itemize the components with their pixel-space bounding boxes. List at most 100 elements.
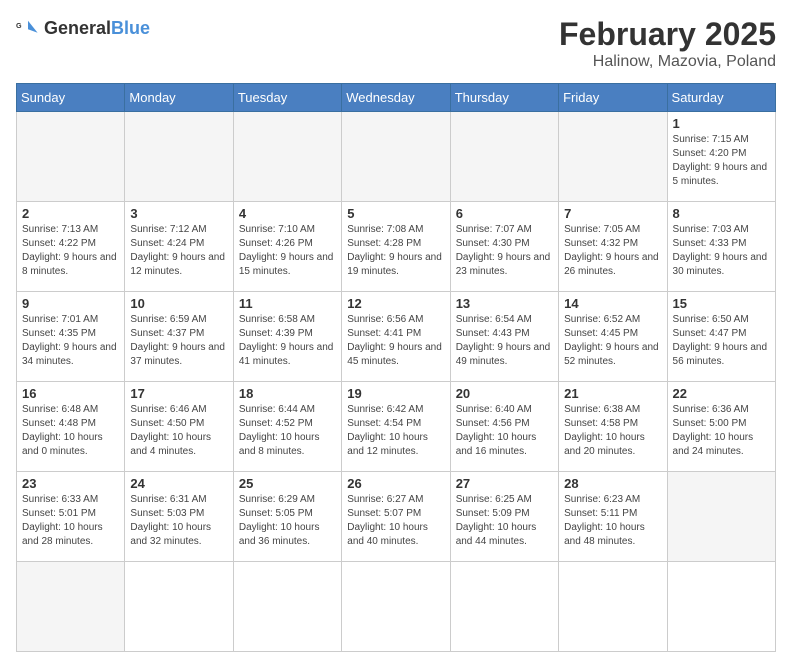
table-row: 6 Sunrise: 7:07 AM Sunset: 4:30 PM Daylig…: [450, 202, 558, 292]
table-row: 24 Sunrise: 6:31 AM Sunset: 5:03 PM Dayli…: [125, 472, 233, 562]
day-info: Sunrise: 7:10 AM Sunset: 4:26 PM Dayligh…: [239, 223, 336, 279]
day-number: 1: [673, 116, 770, 131]
day-info: Sunrise: 7:08 AM Sunset: 4:28 PM Dayligh…: [347, 223, 444, 279]
day-number: 22: [673, 386, 770, 401]
day-info: Sunrise: 6:50 AM Sunset: 4:47 PM Dayligh…: [673, 313, 770, 369]
table-row: [559, 562, 667, 652]
table-row: 26Sunrise: 6:27 AM Sunset: 5:07 PM Dayli…: [342, 472, 450, 562]
table-row: 14 Sunrise: 6:52 AM Sunset: 4:45 PM Dayli…: [559, 292, 667, 382]
day-number: 7: [564, 206, 661, 221]
day-number: 14: [564, 296, 661, 311]
table-row: [17, 562, 125, 652]
day-info: Sunrise: 6:58 AM Sunset: 4:39 PM Dayligh…: [239, 313, 336, 369]
table-row: 8 Sunrise: 7:03 AM Sunset: 4:33 PM Daylig…: [667, 202, 775, 292]
logo-text-blue: Blue: [111, 18, 150, 38]
logo-icon: G: [16, 16, 40, 40]
day-number: 28: [564, 476, 661, 491]
header-thursday: Thursday: [450, 84, 558, 112]
day-number: 15: [673, 296, 770, 311]
day-info: Sunrise: 7:13 AM Sunset: 4:22 PM Dayligh…: [22, 223, 119, 279]
table-row: 20Sunrise: 6:40 AM Sunset: 4:56 PM Dayli…: [450, 382, 558, 472]
table-row: 27Sunrise: 6:25 AM Sunset: 5:09 PM Dayli…: [450, 472, 558, 562]
table-row: 3Sunrise: 7:12 AM Sunset: 4:24 PM Daylig…: [125, 202, 233, 292]
table-row: [342, 112, 450, 202]
day-info: Sunrise: 7:03 AM Sunset: 4:33 PM Dayligh…: [673, 223, 770, 279]
location-subtitle: Halinow, Mazovia, Poland: [559, 53, 776, 71]
calendar-table: Sunday Monday Tuesday Wednesday Thursday…: [16, 83, 776, 652]
header-wednesday: Wednesday: [342, 84, 450, 112]
day-info: Sunrise: 6:33 AM Sunset: 5:01 PM Dayligh…: [22, 493, 119, 549]
table-row: 17 Sunrise: 6:46 AM Sunset: 4:50 PM Dayli…: [125, 382, 233, 472]
day-number: 13: [456, 296, 553, 311]
calendar-week-row: [17, 562, 776, 652]
logo: G GeneralBlue: [16, 16, 150, 40]
day-info: Sunrise: 6:52 AM Sunset: 4:45 PM Dayligh…: [564, 313, 661, 369]
day-number: 20: [456, 386, 553, 401]
header-tuesday: Tuesday: [233, 84, 341, 112]
day-info: Sunrise: 6:38 AM Sunset: 4:58 PM Dayligh…: [564, 403, 661, 459]
table-row: [450, 562, 558, 652]
table-row: 19Sunrise: 6:42 AM Sunset: 4:54 PM Dayli…: [342, 382, 450, 472]
day-number: 6: [456, 206, 553, 221]
logo-text-general: General: [44, 18, 111, 38]
day-info: Sunrise: 6:44 AM Sunset: 4:52 PM Dayligh…: [239, 403, 336, 459]
table-row: 23Sunrise: 6:33 AM Sunset: 5:01 PM Dayli…: [17, 472, 125, 562]
day-number: 21: [564, 386, 661, 401]
day-info: Sunrise: 6:46 AM Sunset: 4:50 PM Dayligh…: [130, 403, 227, 459]
table-row: 13Sunrise: 6:54 AM Sunset: 4:43 PM Dayli…: [450, 292, 558, 382]
table-row: [667, 472, 775, 562]
day-number: 25: [239, 476, 336, 491]
title-area: February 2025 Halinow, Mazovia, Poland: [559, 16, 776, 71]
day-number: 18: [239, 386, 336, 401]
calendar-week-row: 1Sunrise: 7:15 AM Sunset: 4:20 PM Daylig…: [17, 112, 776, 202]
header-monday: Monday: [125, 84, 233, 112]
calendar-week-row: 16Sunrise: 6:48 AM Sunset: 4:48 PM Dayli…: [17, 382, 776, 472]
day-info: Sunrise: 6:29 AM Sunset: 5:05 PM Dayligh…: [239, 493, 336, 549]
day-info: Sunrise: 7:07 AM Sunset: 4:30 PM Dayligh…: [456, 223, 553, 279]
day-number: 8: [673, 206, 770, 221]
table-row: [233, 112, 341, 202]
day-info: Sunrise: 6:48 AM Sunset: 4:48 PM Dayligh…: [22, 403, 119, 459]
table-row: 21 Sunrise: 6:38 AM Sunset: 4:58 PM Dayli…: [559, 382, 667, 472]
weekday-header-row: Sunday Monday Tuesday Wednesday Thursday…: [17, 84, 776, 112]
month-year-title: February 2025: [559, 16, 776, 53]
table-row: 22Sunrise: 6:36 AM Sunset: 5:00 PM Dayli…: [667, 382, 775, 472]
day-info: Sunrise: 7:05 AM Sunset: 4:32 PM Dayligh…: [564, 223, 661, 279]
day-number: 26: [347, 476, 444, 491]
table-row: 25 Sunrise: 6:29 AM Sunset: 5:05 PM Dayli…: [233, 472, 341, 562]
day-number: 12: [347, 296, 444, 311]
day-number: 17: [130, 386, 227, 401]
day-info: Sunrise: 7:01 AM Sunset: 4:35 PM Dayligh…: [22, 313, 119, 369]
table-row: 18 Sunrise: 6:44 AM Sunset: 4:52 PM Dayli…: [233, 382, 341, 472]
day-info: Sunrise: 6:23 AM Sunset: 5:11 PM Dayligh…: [564, 493, 661, 549]
svg-text:G: G: [16, 21, 22, 30]
day-number: 24: [130, 476, 227, 491]
day-info: Sunrise: 6:25 AM Sunset: 5:09 PM Dayligh…: [456, 493, 553, 549]
day-info: Sunrise: 6:31 AM Sunset: 5:03 PM Dayligh…: [130, 493, 227, 549]
calendar-week-row: 23Sunrise: 6:33 AM Sunset: 5:01 PM Dayli…: [17, 472, 776, 562]
day-number: 5: [347, 206, 444, 221]
table-row: 7 Sunrise: 7:05 AM Sunset: 4:32 PM Daylig…: [559, 202, 667, 292]
table-row: [450, 112, 558, 202]
table-row: [125, 562, 233, 652]
day-number: 4: [239, 206, 336, 221]
table-row: 10Sunrise: 6:59 AM Sunset: 4:37 PM Dayli…: [125, 292, 233, 382]
table-row: [17, 112, 125, 202]
table-row: 5 Sunrise: 7:08 AM Sunset: 4:28 PM Daylig…: [342, 202, 450, 292]
table-row: [667, 562, 775, 652]
day-number: 10: [130, 296, 227, 311]
table-row: [342, 562, 450, 652]
header-saturday: Saturday: [667, 84, 775, 112]
table-row: [233, 562, 341, 652]
header-friday: Friday: [559, 84, 667, 112]
day-info: Sunrise: 6:56 AM Sunset: 4:41 PM Dayligh…: [347, 313, 444, 369]
table-row: 11Sunrise: 6:58 AM Sunset: 4:39 PM Dayli…: [233, 292, 341, 382]
day-number: 19: [347, 386, 444, 401]
calendar-week-row: 2Sunrise: 7:13 AM Sunset: 4:22 PM Daylig…: [17, 202, 776, 292]
table-row: 16Sunrise: 6:48 AM Sunset: 4:48 PM Dayli…: [17, 382, 125, 472]
table-row: 28 Sunrise: 6:23 AM Sunset: 5:11 PM Dayli…: [559, 472, 667, 562]
header: G GeneralBlue February 2025 Halinow, Maz…: [16, 16, 776, 71]
table-row: [559, 112, 667, 202]
table-row: 9Sunrise: 7:01 AM Sunset: 4:35 PM Daylig…: [17, 292, 125, 382]
day-info: Sunrise: 7:12 AM Sunset: 4:24 PM Dayligh…: [130, 223, 227, 279]
